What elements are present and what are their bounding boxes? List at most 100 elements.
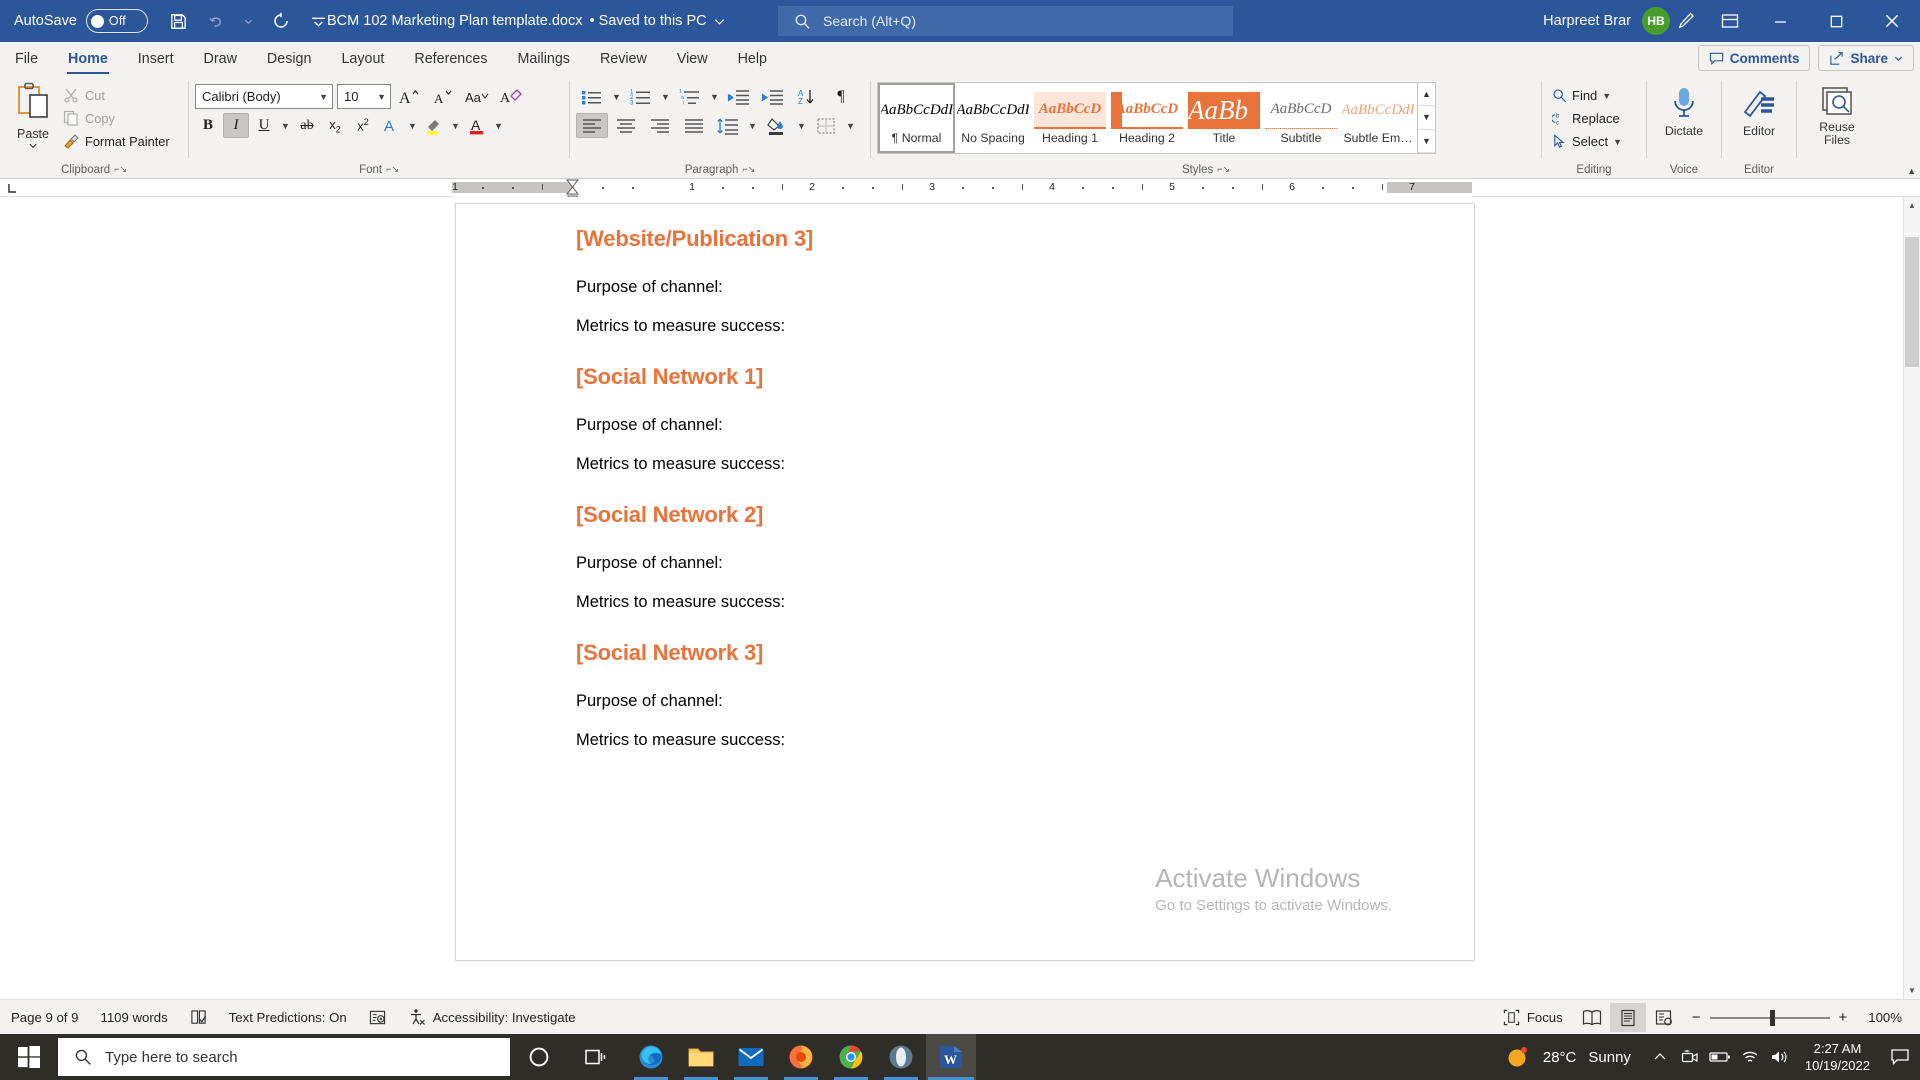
heading-social-network-1[interactable]: [Social Network 1] xyxy=(576,364,1389,390)
scroll-down-icon[interactable]: ▼ xyxy=(1904,982,1920,999)
paste-button[interactable]: Paste xyxy=(6,80,60,150)
superscript-icon[interactable]: x2 xyxy=(350,113,376,138)
accessibility-status[interactable]: Accessibility: Investigate xyxy=(397,1000,587,1035)
paragraph-dialog-launcher[interactable]: ⌐↘ xyxy=(742,164,755,175)
heading-social-network-3[interactable]: [Social Network 3] xyxy=(576,640,1389,666)
body-purpose-4[interactable]: Purpose of channel: xyxy=(576,692,1389,711)
clipboard-dialog-launcher[interactable]: ⌐↘ xyxy=(114,164,127,175)
text-highlight-icon[interactable] xyxy=(421,113,447,138)
tab-view[interactable]: View xyxy=(662,42,723,75)
bullets-dropdown-icon[interactable]: ▼ xyxy=(610,92,623,102)
cortana-circle-icon[interactable] xyxy=(510,1034,568,1080)
volume-icon[interactable] xyxy=(1765,1034,1795,1080)
italic-icon[interactable]: I xyxy=(223,113,249,138)
word-count-status[interactable]: 1109 words xyxy=(89,1000,178,1035)
borders-icon[interactable] xyxy=(810,113,842,138)
ribbon-display-options-icon[interactable] xyxy=(1708,0,1752,42)
zoom-level[interactable]: 100% xyxy=(1857,1000,1916,1035)
battery-icon[interactable] xyxy=(1705,1034,1735,1080)
align-left-icon[interactable] xyxy=(576,113,608,138)
first-line-indent-marker[interactable] xyxy=(565,179,580,188)
multilevel-list-icon[interactable]: 1ai xyxy=(674,84,706,109)
editor-button[interactable]: Editor xyxy=(1731,80,1787,138)
text-effects-icon[interactable]: A xyxy=(378,113,404,138)
scrollbar-thumb[interactable] xyxy=(1905,237,1919,367)
style-heading-2[interactable]: AaBbCcD Heading 2 xyxy=(1109,83,1186,153)
heading-social-network-2[interactable]: [Social Network 2] xyxy=(576,502,1389,528)
body-purpose-1[interactable]: Purpose of channel: xyxy=(576,278,1389,297)
chevron-down-icon[interactable]: ▼ xyxy=(1613,137,1622,147)
minimize-icon[interactable] xyxy=(1752,0,1808,42)
tab-insert[interactable]: Insert xyxy=(123,42,189,75)
document-page[interactable]: [Website/Publication 3] Purpose of chann… xyxy=(455,203,1475,961)
style-subtle-emphasis[interactable]: AaBbCcDdI Subtle Em… xyxy=(1340,83,1417,153)
clock[interactable]: 2:27 AM 10/19/2022 xyxy=(1795,1040,1880,1074)
tab-design[interactable]: Design xyxy=(252,42,327,75)
microsoft-word-icon[interactable]: W xyxy=(926,1034,976,1080)
print-layout-icon[interactable] xyxy=(1609,1003,1646,1032)
redo-icon[interactable] xyxy=(264,5,298,37)
show-marks-icon[interactable]: ¶ xyxy=(825,84,857,109)
font-color-icon[interactable]: A xyxy=(464,113,490,138)
tab-draw[interactable]: Draw xyxy=(189,42,252,75)
close-icon[interactable] xyxy=(1864,0,1920,42)
zoom-in-button[interactable]: + xyxy=(1839,1009,1848,1026)
left-tab-stop-icon[interactable] xyxy=(4,181,22,196)
text-predictions-status[interactable]: Text Predictions: On xyxy=(218,1000,358,1035)
line-spacing-icon[interactable] xyxy=(712,113,744,138)
tab-references[interactable]: References xyxy=(399,42,502,75)
autosave-control[interactable]: AutoSave Off xyxy=(0,9,148,33)
hanging-indent-marker[interactable] xyxy=(565,186,580,201)
shading-dropdown-icon[interactable]: ▼ xyxy=(795,121,808,131)
justify-icon[interactable] xyxy=(678,113,710,138)
share-button[interactable]: Share xyxy=(1818,45,1914,71)
copy-button[interactable]: Copy xyxy=(60,107,173,129)
maximize-icon[interactable] xyxy=(1808,0,1864,42)
ribbon-collapse-icon[interactable]: ▲ xyxy=(1907,166,1916,176)
tab-layout[interactable]: Layout xyxy=(326,42,399,75)
change-case-icon[interactable]: Aa xyxy=(461,84,493,109)
mail-icon[interactable] xyxy=(726,1034,776,1080)
proofing-icon[interactable] xyxy=(179,1000,218,1035)
borders-dropdown-icon[interactable]: ▼ xyxy=(844,121,857,131)
shading-icon[interactable] xyxy=(761,113,793,138)
microsoft-edge-icon[interactable] xyxy=(626,1034,676,1080)
zoom-out-button[interactable]: − xyxy=(1692,1009,1701,1026)
opera-icon[interactable] xyxy=(876,1034,926,1080)
taskbar-search-input[interactable]: Type here to search xyxy=(58,1038,510,1076)
tab-mailings[interactable]: Mailings xyxy=(503,42,585,75)
cut-button[interactable]: Cut xyxy=(60,84,173,106)
multilevel-dropdown-icon[interactable]: ▼ xyxy=(708,92,721,102)
tab-review[interactable]: Review xyxy=(585,42,662,75)
user-account[interactable]: Harpreet Brar HB xyxy=(1543,0,1670,42)
search-input[interactable]: Search (Alt+Q) xyxy=(778,6,1233,36)
google-chrome-icon[interactable] xyxy=(826,1034,876,1080)
tab-file[interactable]: File xyxy=(0,42,53,75)
font-dialog-launcher[interactable]: ⌐↘ xyxy=(386,164,399,175)
weather-widget[interactable]: 28°C Sunny xyxy=(1491,1044,1645,1070)
text-effects-dropdown-icon[interactable]: ▼ xyxy=(406,121,419,131)
font-size-select[interactable]: 10 ▼ xyxy=(337,84,391,109)
body-metrics-2[interactable]: Metrics to measure success: xyxy=(576,455,1389,474)
focus-button[interactable]: Focus xyxy=(1492,1000,1574,1035)
gallery-scroll-down-icon[interactable]: ▼ xyxy=(1418,106,1435,130)
windows-start-icon[interactable] xyxy=(0,1034,58,1080)
dictate-button[interactable]: Dictate xyxy=(1656,80,1712,138)
page-content[interactable]: [Website/Publication 3] Purpose of chann… xyxy=(456,204,1474,750)
style-heading-1[interactable]: AaBbCcD Heading 1 xyxy=(1032,83,1109,153)
numbering-icon[interactable]: 123 xyxy=(625,84,657,109)
document-area[interactable]: [Website/Publication 3] Purpose of chann… xyxy=(0,197,1920,999)
styles-gallery-scroll[interactable]: ▲ ▼ ▼ xyxy=(1417,83,1435,153)
zoom-slider[interactable]: − + xyxy=(1682,1009,1858,1026)
pen-icon[interactable] xyxy=(1664,0,1708,42)
wifi-icon[interactable] xyxy=(1735,1034,1765,1080)
vertical-scrollbar[interactable]: ▲ ▼ xyxy=(1903,197,1920,999)
tab-home[interactable]: Home xyxy=(53,42,123,75)
camera-icon[interactable] xyxy=(1675,1034,1705,1080)
body-purpose-2[interactable]: Purpose of channel: xyxy=(576,416,1389,435)
body-metrics-4[interactable]: Metrics to measure success: xyxy=(576,731,1389,750)
styles-dialog-launcher[interactable]: ⌐↘ xyxy=(1217,164,1230,175)
gallery-expand-icon[interactable]: ▼ xyxy=(1418,130,1435,153)
tab-help[interactable]: Help xyxy=(723,42,782,75)
clear-formatting-icon[interactable]: A xyxy=(495,84,527,109)
